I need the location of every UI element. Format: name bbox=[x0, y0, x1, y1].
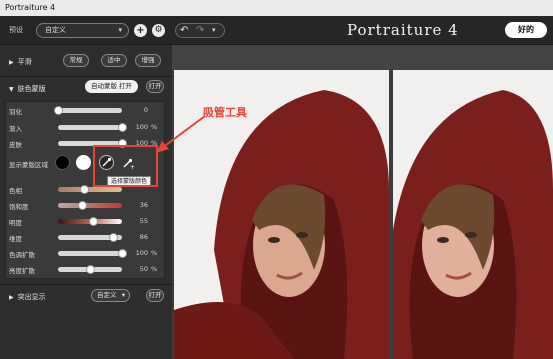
brightness-value: 55 bbox=[139, 217, 148, 225]
saturation-slider[interactable] bbox=[58, 201, 122, 210]
chevron-down-icon: ▾ bbox=[118, 26, 122, 34]
preset-value: 自定义 bbox=[45, 26, 66, 34]
highlight-title: 突出显示 bbox=[17, 293, 46, 301]
smoothing-normal-button[interactable]: 常规 bbox=[63, 54, 89, 67]
chevron-down-icon: ▾ bbox=[121, 291, 125, 299]
undo-redo-group: ↶ ↷ ▾ bbox=[175, 23, 225, 38]
chevron-down-icon[interactable]: ▾ bbox=[212, 24, 216, 37]
feather-slider[interactable] bbox=[54, 106, 122, 115]
mask-color-white-swatch[interactable] bbox=[76, 155, 91, 170]
feather-label: 羽化 bbox=[9, 108, 22, 116]
slider-knob[interactable] bbox=[86, 265, 95, 274]
brightness-spread-label: 亮度扩散 bbox=[9, 267, 35, 275]
redo-icon[interactable]: ↷ bbox=[196, 24, 204, 37]
brightness-spread-slider[interactable] bbox=[58, 265, 122, 274]
window-title: Portraiture 4 bbox=[0, 0, 553, 16]
ok-button[interactable]: 好的 bbox=[505, 22, 547, 38]
eyedropper-highlight-box bbox=[93, 145, 158, 187]
hue-spread-unit: % bbox=[151, 249, 158, 257]
hue-slider[interactable] bbox=[58, 185, 122, 194]
saturation-label: 饱和度 bbox=[9, 203, 29, 211]
smoothing-medium-button[interactable]: 适中 bbox=[101, 54, 127, 67]
highlight-section-header[interactable]: ▶ 突出显示 bbox=[9, 292, 46, 302]
highlight-toggle[interactable]: 打开 bbox=[146, 289, 164, 302]
slider-knob[interactable] bbox=[118, 249, 127, 258]
smoothing-strong-button[interactable]: 增强 bbox=[135, 54, 161, 67]
highlight-preset-value: 自定义 bbox=[97, 291, 117, 299]
skin-mask-toggle[interactable]: 打开 bbox=[146, 80, 164, 93]
preview-header-strip bbox=[172, 45, 553, 70]
dimension-label: 维度 bbox=[9, 235, 22, 243]
dimension-value: 86 bbox=[139, 233, 148, 241]
fade-in-slider[interactable] bbox=[58, 123, 127, 132]
add-preset-button[interactable]: + bbox=[134, 24, 147, 37]
skin-mask-title: 肤色蒙版 bbox=[17, 85, 46, 93]
divider bbox=[0, 284, 172, 285]
hue-spread-slider[interactable] bbox=[58, 249, 127, 258]
brightness-slider[interactable] bbox=[58, 217, 122, 226]
auto-mask-button[interactable]: 自动蒙版 打开 bbox=[85, 80, 138, 93]
slider-knob[interactable] bbox=[109, 233, 119, 242]
annotation-arrow bbox=[156, 115, 206, 153]
skin-mask-section-header[interactable]: ▼ 肤色蒙版 bbox=[9, 84, 46, 94]
brand-title: Portraiture 4 bbox=[347, 21, 459, 39]
slider-knob[interactable] bbox=[54, 106, 63, 115]
saturation-value: 36 bbox=[139, 201, 148, 209]
dimension-slider[interactable] bbox=[58, 233, 122, 242]
brightness-spread-unit: % bbox=[151, 265, 158, 273]
mask-color-black-swatch[interactable] bbox=[55, 155, 70, 170]
brightness-spread-value: 50 bbox=[139, 265, 148, 273]
brightness-label: 明度 bbox=[9, 219, 22, 227]
smoothing-section-header[interactable]: ▶ 平滑 bbox=[9, 57, 32, 67]
fade-in-label: 渐入 bbox=[9, 125, 22, 133]
skin-label: 皮肤 bbox=[9, 141, 22, 149]
fade-in-value: 100 bbox=[135, 123, 148, 131]
preset-dropdown[interactable]: 自定义 ▾ bbox=[36, 23, 129, 38]
divider bbox=[0, 76, 172, 77]
undo-icon[interactable]: ↶ bbox=[180, 24, 188, 37]
slider-knob[interactable] bbox=[118, 123, 127, 132]
feather-value: 0 bbox=[143, 106, 148, 114]
hue-spread-label: 色调扩散 bbox=[9, 251, 35, 259]
top-toolbar: 预设 自定义 ▾ + ⚙ ↶ ↷ ▾ Portraiture 4 好的 bbox=[0, 16, 553, 45]
chevron-right-icon: ▶ bbox=[9, 59, 14, 66]
chevron-down-icon: ▼ bbox=[9, 86, 14, 93]
gear-icon[interactable]: ⚙ bbox=[152, 24, 165, 37]
highlight-preset-dropdown[interactable]: 自定义 ▾ bbox=[91, 289, 130, 302]
after-preview-image[interactable] bbox=[393, 70, 553, 359]
show-mask-label: 显示蒙版区域 bbox=[9, 161, 48, 169]
hue-spread-value: 100 bbox=[135, 249, 148, 257]
preset-label: 预设 bbox=[9, 26, 23, 34]
smoothing-title: 平滑 bbox=[17, 58, 32, 66]
chevron-right-icon: ▶ bbox=[9, 294, 14, 301]
hue-label: 色相 bbox=[9, 187, 22, 195]
slider-knob[interactable] bbox=[79, 185, 89, 194]
